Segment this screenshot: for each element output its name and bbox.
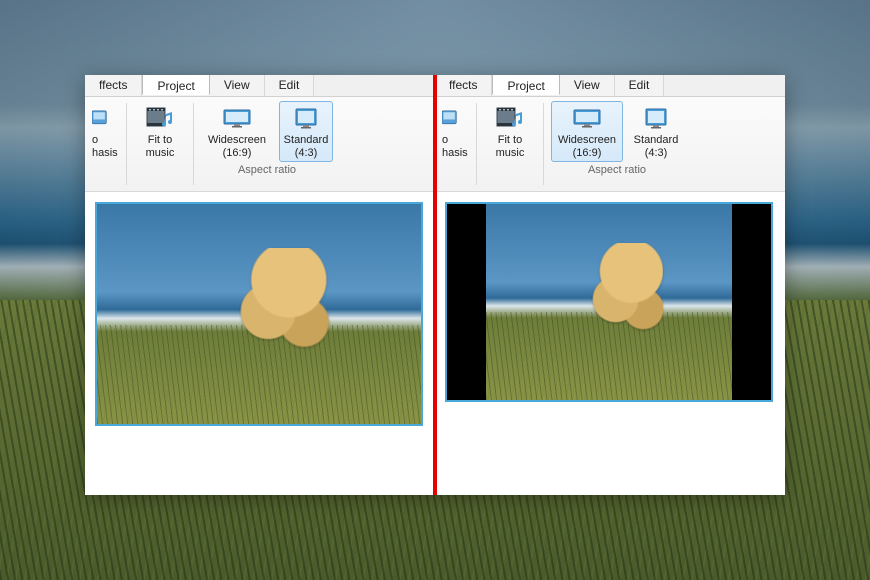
group-emphasis-partial: o hasis	[435, 97, 475, 191]
emphasis-icon	[442, 105, 462, 131]
tab-view[interactable]: View	[560, 75, 615, 96]
widescreen-monitor-icon	[572, 105, 602, 131]
fit-to-label-1: Fit to	[148, 134, 172, 147]
standard-label: Standard	[284, 134, 329, 147]
widescreen-label: Widescreen	[558, 134, 616, 147]
fit-to-music-button[interactable]: Fit to music	[484, 101, 536, 162]
group-aspect-ratio: Widescreen (16:9) Standard (4:3) Aspect …	[195, 97, 339, 191]
group-audio: Fit to music	[478, 97, 542, 191]
separator	[543, 103, 544, 185]
fit-to-music-button[interactable]: Fit to music	[134, 101, 186, 162]
ribbon-tabs: ffects Project View Edit	[85, 75, 435, 97]
standard-ratio: (4:3)	[295, 147, 318, 160]
group-audio: Fit to music	[128, 97, 192, 191]
emphasis-icon	[92, 105, 112, 131]
widescreen-ratio: (16:9)	[573, 147, 602, 160]
filmstrip-music-icon	[145, 105, 175, 131]
preview-canvas-right	[435, 192, 785, 495]
ribbon-toolbar: o hasis Fit to music	[85, 97, 435, 192]
separator	[193, 103, 194, 185]
movie-maker-pane-right: ffects Project View Edit o hasis	[435, 75, 785, 495]
group-emphasis-partial: o hasis	[85, 97, 125, 191]
tab-effects[interactable]: ffects	[435, 75, 492, 96]
aspect-ratio-group-label: Aspect ratio	[238, 164, 296, 176]
standard-monitor-icon	[291, 105, 321, 131]
standard-label: Standard	[634, 134, 679, 147]
comparison-panel: ffects Project View Edit o hasis	[85, 75, 785, 495]
tab-project[interactable]: Project	[142, 75, 209, 95]
emphasis-button[interactable]: o hasis	[91, 101, 119, 162]
separator	[476, 103, 477, 185]
fit-to-label-1: Fit to	[498, 134, 522, 147]
fit-to-label-2: music	[146, 147, 175, 160]
widescreen-button[interactable]: Widescreen (16:9)	[551, 101, 623, 162]
emphasis-label-1: o	[92, 134, 98, 147]
widescreen-monitor-icon	[222, 105, 252, 131]
emphasis-button[interactable]: o hasis	[441, 101, 469, 162]
preview-frame-content	[486, 204, 732, 400]
filmstrip-music-icon	[495, 105, 525, 131]
video-preview[interactable]	[95, 202, 423, 426]
tab-edit[interactable]: Edit	[615, 75, 665, 96]
separator	[126, 103, 127, 185]
emphasis-label-2: hasis	[442, 147, 468, 160]
movie-maker-pane-left: ffects Project View Edit o hasis	[85, 75, 435, 495]
aspect-ratio-group-label: Aspect ratio	[588, 164, 646, 176]
tab-view[interactable]: View	[210, 75, 265, 96]
emphasis-label-1: o	[442, 134, 448, 147]
standard-ratio: (4:3)	[645, 147, 668, 160]
widescreen-button[interactable]: Widescreen (16:9)	[201, 101, 273, 162]
ribbon-tabs: ffects Project View Edit	[435, 75, 785, 97]
tab-edit[interactable]: Edit	[265, 75, 315, 96]
tab-effects[interactable]: ffects	[85, 75, 142, 96]
video-preview[interactable]	[445, 202, 773, 402]
ribbon-toolbar: o hasis Fit to music	[435, 97, 785, 192]
standard-monitor-icon	[641, 105, 671, 131]
standard-button[interactable]: Standard (4:3)	[629, 101, 683, 162]
emphasis-label-2: hasis	[92, 147, 118, 160]
preview-frame-content	[97, 204, 421, 424]
fit-to-label-2: music	[496, 147, 525, 160]
group-aspect-ratio: Widescreen (16:9) Standard (4:3) Aspect …	[545, 97, 689, 191]
tab-project[interactable]: Project	[492, 75, 559, 95]
widescreen-label: Widescreen	[208, 134, 266, 147]
widescreen-ratio: (16:9)	[223, 147, 252, 160]
red-divider-line	[433, 75, 437, 495]
preview-canvas-left	[85, 192, 435, 495]
standard-button[interactable]: Standard (4:3)	[279, 101, 333, 162]
